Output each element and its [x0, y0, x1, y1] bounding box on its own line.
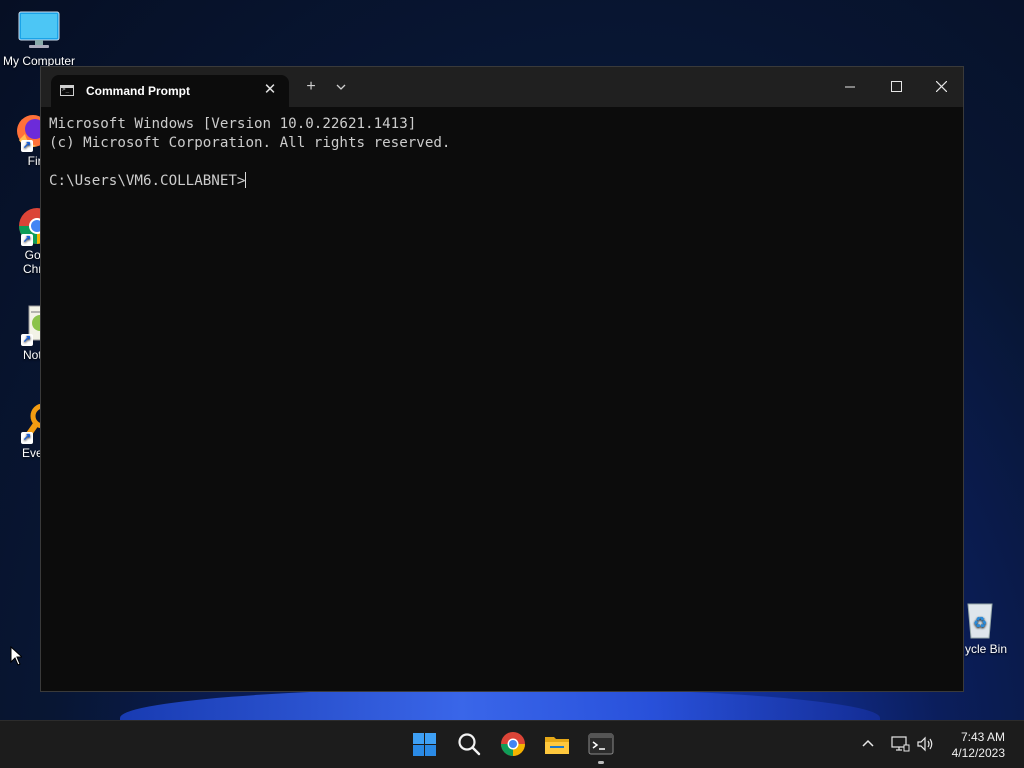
- close-button[interactable]: [918, 67, 964, 107]
- maximize-icon: [890, 81, 902, 92]
- start-button[interactable]: [410, 729, 440, 759]
- tab-close-icon[interactable]: ✕: [261, 81, 279, 99]
- taskbar: 7:43 AM 4/12/2023: [0, 720, 1024, 768]
- taskbar-chrome-button[interactable]: [498, 729, 528, 759]
- chrome-icon: [501, 732, 525, 756]
- shortcut-arrow-icon: ↗: [21, 140, 33, 152]
- command-prompt-icon: [60, 85, 74, 96]
- chevron-down-icon: [336, 84, 346, 90]
- minimize-button[interactable]: [827, 67, 873, 107]
- desktop-icon-my-computer[interactable]: My Computer: [1, 10, 77, 68]
- clock-date: 4/12/2023: [951, 746, 1005, 760]
- volume-button[interactable]: [915, 734, 935, 759]
- shortcut-arrow-icon: ↗: [21, 334, 33, 346]
- taskbar-search-button[interactable]: [454, 729, 484, 759]
- clock-time: 7:43 AM: [960, 730, 1005, 744]
- speaker-icon: [917, 736, 933, 752]
- search-icon: [458, 733, 481, 756]
- shortcut-arrow-icon: ↗: [21, 432, 33, 444]
- taskbar-file-explorer-button[interactable]: [542, 729, 572, 759]
- new-tab-button[interactable]: +: [299, 77, 323, 97]
- mouse-cursor-icon: [10, 645, 24, 671]
- console-prompt: C:\Users\VM6.COLLABNET>: [49, 173, 246, 189]
- terminal-window[interactable]: Command Prompt ✕ + Microsoft Windows [Ve…: [40, 66, 964, 692]
- windows-start-icon: [413, 733, 436, 756]
- shortcut-arrow-icon: ↗: [21, 234, 33, 246]
- terminal-icon: [588, 733, 614, 755]
- tab-command-prompt[interactable]: Command Prompt ✕: [51, 75, 289, 107]
- monitor-icon: [18, 10, 60, 52]
- tab-title: Command Prompt: [86, 84, 191, 98]
- network-status-button[interactable]: [890, 734, 910, 759]
- svg-text:♻: ♻: [973, 613, 987, 632]
- recycle-bin-icon: ♻: [958, 598, 1000, 640]
- console-output[interactable]: Microsoft Windows [Version 10.0.22621.14…: [49, 115, 450, 191]
- taskbar-terminal-button[interactable]: [586, 729, 616, 764]
- text-cursor: [245, 172, 247, 188]
- clock[interactable]: 7:43 AM 4/12/2023: [952, 729, 1005, 761]
- network-icon: [891, 736, 910, 752]
- running-indicator: [598, 761, 604, 764]
- wallpaper-bloom: [120, 688, 880, 720]
- tray-overflow-button[interactable]: [860, 733, 876, 758]
- console-line-copyright: (c) Microsoft Corporation. All rights re…: [49, 135, 451, 151]
- title-bar[interactable]: Command Prompt ✕ +: [41, 67, 963, 107]
- console-line-version: Microsoft Windows [Version 10.0.22621.14…: [49, 116, 417, 132]
- maximize-button[interactable]: [873, 67, 919, 107]
- close-icon: [935, 80, 947, 93]
- chevron-up-icon: [862, 739, 874, 747]
- minimize-icon: [845, 86, 855, 88]
- file-explorer-icon: [545, 737, 569, 754]
- tab-dropdown-button[interactable]: [329, 77, 353, 97]
